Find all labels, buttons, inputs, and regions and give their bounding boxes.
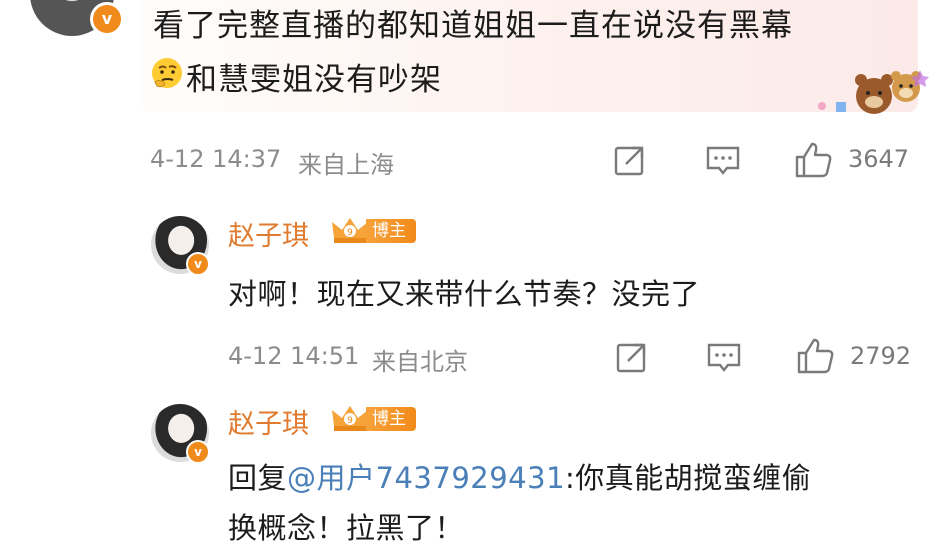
reply-location: 来自北京 [372,348,468,376]
comment-icon[interactable] [705,142,741,178]
comment-icon[interactable] [706,339,742,375]
comment-text-line2: 和慧雯姐没有吵架 [186,62,442,98]
comment-location: 来自上海 [298,151,394,179]
bear-sticker [808,66,932,118]
like-count: 3647 [848,145,910,173]
svg-text:9: 9 [347,228,353,238]
share-icon[interactable] [614,339,650,375]
reply-author[interactable]: 赵子琪 [228,402,309,441]
reply-author[interactable]: 赵子琪 [228,214,309,253]
verified-badge-icon: v [186,252,210,276]
reply-prefix: 回复 [228,461,288,495]
like-icon[interactable] [794,140,834,180]
comment-time: 4-12 14:37 [150,145,282,173]
reply-time: 4-12 14:51 [228,342,360,370]
reply-text-line1: 回复@用户7437929431:你真能胡搅蛮缠偷 [228,455,811,497]
verified-badge-icon: v [90,2,124,36]
comment-text-line1: 看了完整直播的都知道姐姐一直在说没有黑幕 [153,8,793,44]
like-icon[interactable] [796,336,836,376]
badge-label: 博主 [366,407,416,431]
crown-icon: 9 [330,404,370,434]
reply-text: 对啊！现在又来带什么节奏？没完了 [228,277,701,311]
svg-text:9: 9 [347,416,353,426]
reply-text-line2: 换概念！拉黑了！ [228,511,465,545]
blogger-badge: 9 博主 [330,216,416,246]
badge-label: 博主 [366,219,416,243]
crown-icon: 9 [330,216,370,246]
blogger-badge: 9 博主 [330,404,416,434]
thinking-face-icon [150,56,184,90]
share-icon[interactable] [612,142,648,178]
verified-badge-icon: v [186,440,210,464]
reply-text-after-mention: :你真能胡搅蛮缠偷 [565,461,812,495]
mention-link[interactable]: @用户7437929431 [287,461,565,495]
like-count: 2792 [850,342,912,370]
